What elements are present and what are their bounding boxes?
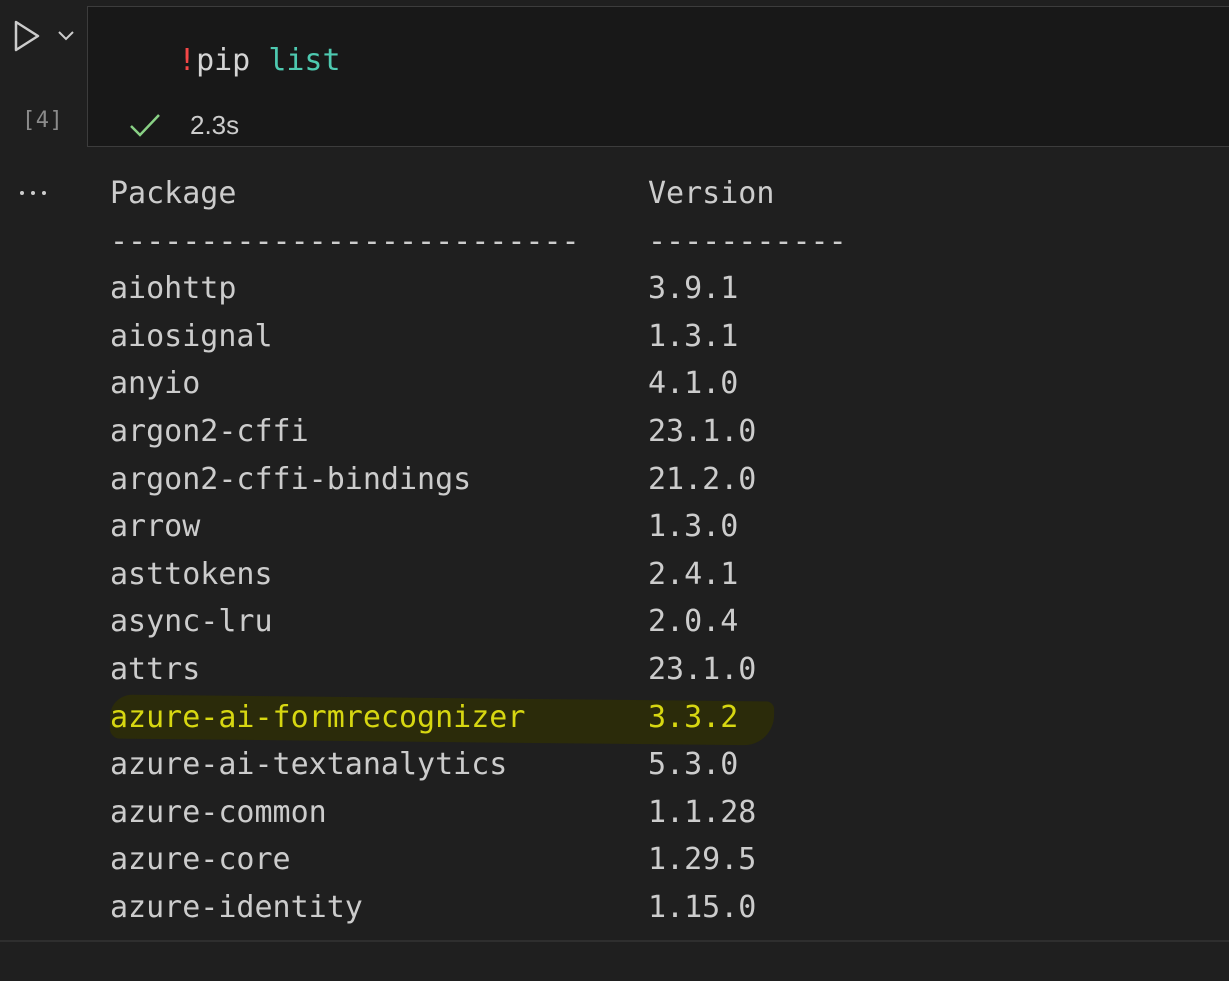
package-row: attrs 23.1.0 (110, 646, 847, 694)
package-name: argon2-cffi-bindings (110, 461, 472, 497)
package-row: azure-identity 1.15.0 (110, 884, 847, 932)
package-row: anyio 4.1.0 (110, 360, 847, 408)
package-name: azure-common (110, 794, 327, 830)
separator-version: ----------- (648, 223, 847, 259)
package-row: azure-core 1.29.5 (110, 836, 847, 884)
package-row: azure-ai-formrecognizer 3.3.2 (110, 694, 847, 742)
header-package: Package (110, 176, 237, 211)
check-icon (130, 114, 160, 137)
package-row: argon2-cffi 23.1.0 (110, 408, 847, 456)
play-icon (14, 20, 40, 52)
package-version: 5.3.0 (648, 747, 739, 783)
code-line[interactable]: !pip list (178, 41, 341, 81)
header-version: Version (648, 176, 775, 211)
ellipsis-icon (20, 191, 46, 195)
package-version: 1.15.0 (648, 889, 757, 925)
package-name: azure-ai-formrecognizer (110, 699, 526, 735)
cell-divider (0, 940, 1229, 942)
package-name: argon2-cffi (110, 413, 309, 449)
shell-bang: ! (178, 43, 197, 78)
separator-package: -------------------------- (110, 223, 580, 259)
package-version: 1.1.28 (648, 794, 757, 830)
package-version: 2.4.1 (648, 556, 739, 592)
package-version: 3.3.2 (648, 699, 739, 735)
output-header: Package Version (110, 170, 847, 218)
cell-status: 2.3s (128, 105, 239, 145)
package-version: 23.1.0 (648, 651, 757, 687)
package-name: attrs (110, 651, 201, 687)
output-separator: -------------------------- ----------- (110, 218, 847, 266)
execution-count: [4] (22, 108, 64, 133)
package-name: azure-core (110, 842, 291, 878)
package-row: azure-common 1.1.28 (110, 789, 847, 837)
code-cell-editor[interactable]: !pip list 2.3s (87, 6, 1229, 147)
code-command: pip (196, 43, 251, 78)
package-row: azure-ai-textanalytics 5.3.0 (110, 741, 847, 789)
package-name: anyio (110, 366, 201, 402)
execution-duration: 2.3s (190, 109, 240, 140)
package-row: aiosignal 1.3.1 (110, 313, 847, 361)
package-version: 21.2.0 (648, 461, 757, 497)
package-version: 1.29.5 (648, 842, 757, 878)
package-row: arrow 1.3.0 (110, 503, 847, 551)
run-cell-button[interactable] (8, 18, 44, 54)
package-list: aiohttp 3.9.1 aiosignal 1.3.1 anyio 4.1.0 argo… (110, 265, 847, 931)
package-version: 2.0.4 (648, 604, 739, 640)
package-row: async-lru 2.0.4 (110, 598, 847, 646)
package-row: asttokens 2.4.1 (110, 551, 847, 599)
chevron-down-icon (58, 31, 74, 41)
code-argument: list (268, 43, 341, 78)
package-name: azure-identity (110, 889, 363, 925)
package-row: aiohttp 3.9.1 (110, 265, 847, 313)
run-options-dropdown[interactable] (54, 24, 78, 46)
package-version: 1.3.1 (648, 318, 739, 354)
output-actions-button[interactable] (16, 178, 56, 208)
package-name: arrow (110, 509, 201, 545)
package-name: async-lru (110, 604, 273, 640)
package-version: 23.1.0 (648, 413, 757, 449)
package-row: argon2-cffi-bindings 21.2.0 (110, 456, 847, 504)
package-version: 4.1.0 (648, 366, 739, 402)
package-version: 1.3.0 (648, 509, 739, 545)
package-name: azure-ai-textanalytics (110, 747, 508, 783)
cell-output: Package Version -------------------------… (109, 170, 847, 932)
package-name: asttokens (110, 556, 273, 592)
package-name: aiohttp (110, 271, 237, 307)
package-version: 3.9.1 (648, 271, 739, 307)
package-name: aiosignal (110, 318, 273, 354)
